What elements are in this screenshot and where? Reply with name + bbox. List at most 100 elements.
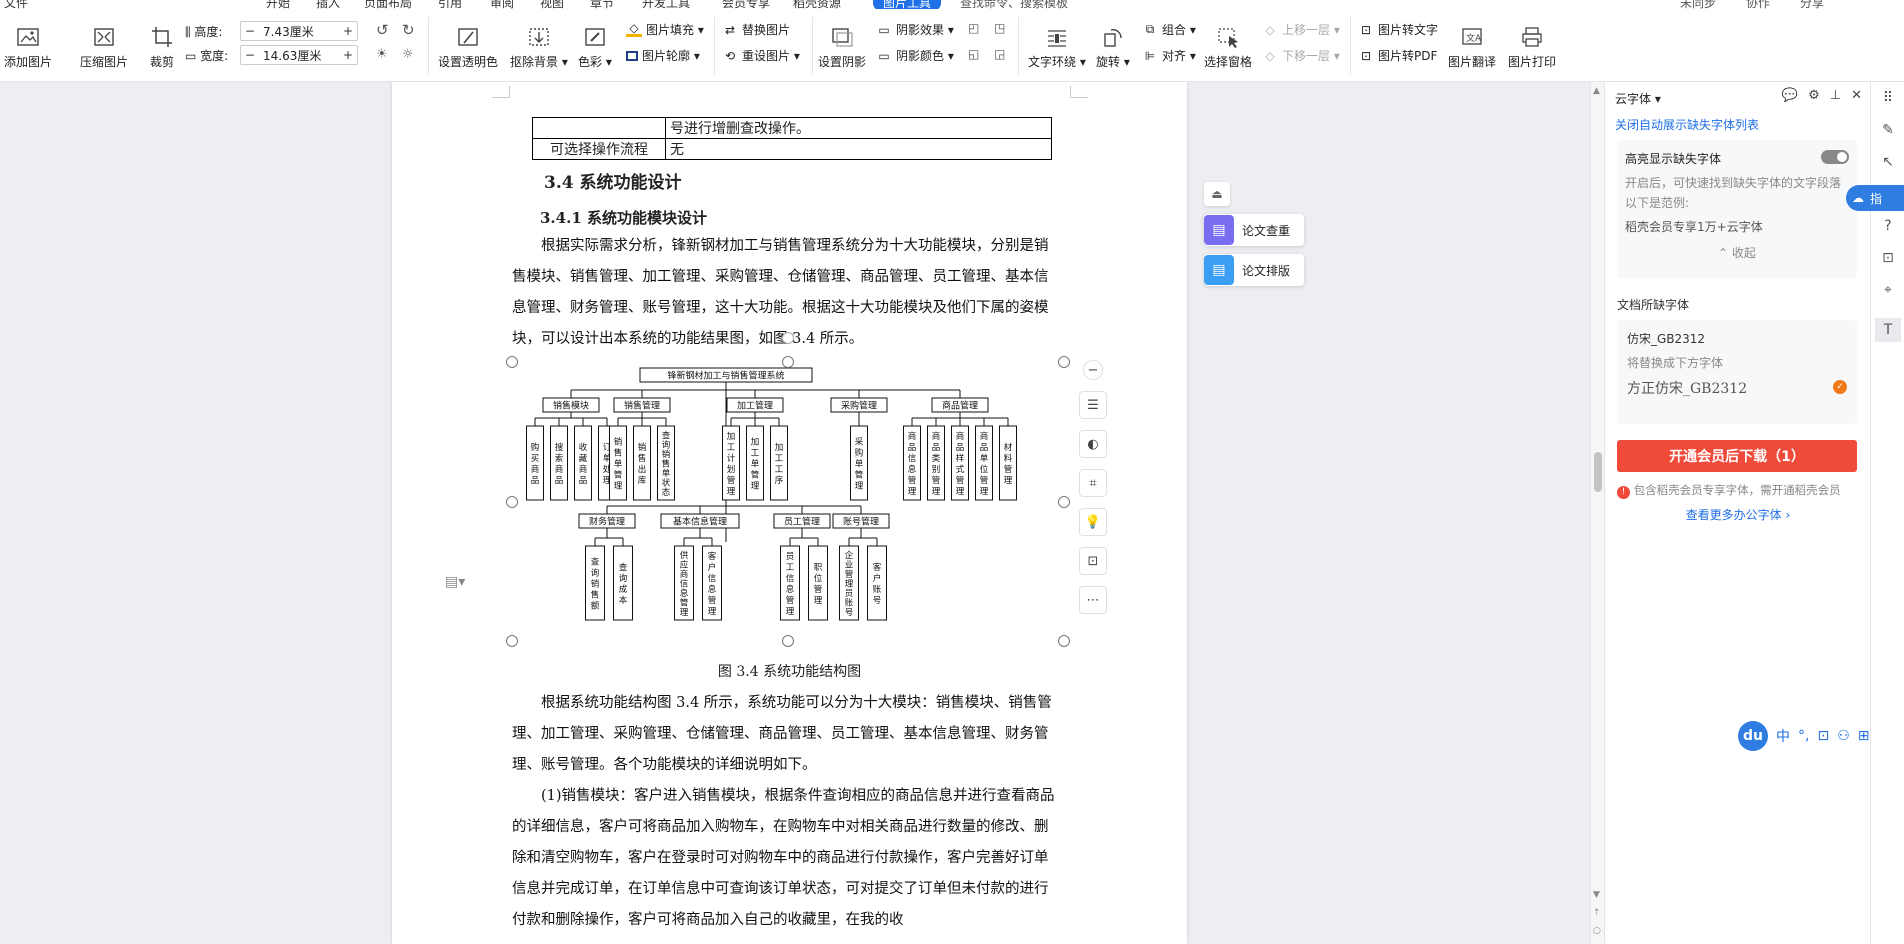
shadow-left-icon[interactable]: ◱ bbox=[968, 47, 979, 61]
picture-search-icon[interactable]: ◐ bbox=[1079, 430, 1107, 458]
menu-insert[interactable]: 插入 bbox=[316, 0, 340, 9]
resize-handle[interactable] bbox=[782, 635, 794, 647]
picture-print-button[interactable]: 图片打印 bbox=[1508, 23, 1556, 70]
ime-chinese-mode[interactable]: 中 bbox=[1776, 726, 1790, 746]
resize-handle[interactable] bbox=[1058, 356, 1070, 368]
shadow-right-icon[interactable]: ◳ bbox=[994, 21, 1005, 35]
collapse-link[interactable]: ⌃ 收起 bbox=[1617, 244, 1857, 261]
shadow-color-button[interactable]: ▭ 阴影颜色 ▾ bbox=[876, 47, 954, 64]
missing-font-card[interactable]: 仿宋_GB2312 将替换成下方字体 方正仿宋_GB2312 ✓ bbox=[1617, 320, 1857, 424]
settings-icon[interactable]: ⚙ bbox=[1808, 88, 1820, 103]
height-increment-button[interactable]: + bbox=[339, 24, 357, 38]
menu-view[interactable]: 视图 bbox=[540, 0, 564, 9]
picture-to-pdf-button[interactable]: ⊡ 图片转PDF bbox=[1358, 47, 1437, 64]
menu-home[interactable]: 开始 bbox=[266, 0, 290, 9]
crop-tool-icon[interactable]: ⌗ bbox=[1079, 469, 1107, 497]
add-picture-button[interactable]: 添加图片 bbox=[4, 23, 52, 70]
picture-to-text-button[interactable]: ⊡ 图片转文字 bbox=[1358, 21, 1438, 38]
more-options-icon[interactable]: ⋯ bbox=[1079, 586, 1107, 614]
menu-picture-tools[interactable]: 图片工具 bbox=[873, 0, 942, 9]
menu-dev-tools[interactable]: 开发工具 bbox=[642, 0, 690, 9]
anchor-icon[interactable]: ▤▾ bbox=[445, 574, 465, 590]
ai-bulb-icon[interactable]: 💡 bbox=[1079, 508, 1107, 536]
sync-status[interactable]: 未同步 bbox=[1680, 0, 1716, 9]
scroll-up-icon[interactable]: ▲ bbox=[1593, 86, 1600, 96]
document-scrollbar[interactable]: ▲ ▼ ⇡ ○ bbox=[1590, 82, 1604, 944]
picture-to-text-tool-icon[interactable]: ⊡ bbox=[1079, 547, 1107, 575]
width-decrement-button[interactable]: − bbox=[241, 48, 259, 62]
rotate-right-icon[interactable]: ↻ bbox=[402, 21, 415, 39]
paper-layout-button[interactable]: ▤ 论文排版 bbox=[1204, 254, 1304, 286]
contrast-icon[interactable]: ☼ bbox=[402, 47, 414, 62]
brightness-icon[interactable]: ☀ bbox=[376, 47, 388, 62]
menu-references[interactable]: 引用 bbox=[438, 0, 462, 9]
shadow-effect-button[interactable]: ▭ 阴影效果 ▾ bbox=[876, 21, 954, 38]
width-field[interactable]: − 14.63厘米 + bbox=[240, 45, 358, 65]
close-auto-list-link[interactable]: 关闭自动展示缺失字体列表 bbox=[1615, 116, 1759, 133]
selection-pane-button[interactable]: 选择窗格 bbox=[1204, 23, 1252, 70]
group-button[interactable]: ⧉ 组合 ▾ bbox=[1142, 21, 1196, 38]
scroll-down-icon[interactable]: ▼ bbox=[1593, 890, 1600, 900]
rail-more-icon[interactable]: ⠿ bbox=[1879, 90, 1897, 108]
rotate-button[interactable]: 旋转 ▾ bbox=[1096, 23, 1130, 70]
location-icon[interactable]: ⌖ bbox=[1879, 282, 1897, 300]
picture-fill-button[interactable]: ◇ 图片填充 ▾ bbox=[626, 21, 704, 38]
structure-diagram[interactable]: 锋新钢材加工与销售管理系统 销售模块购买商品搜索商品收藏商品订单处理销售管理销售单… bbox=[506, 332, 1070, 662]
collapse-toolbar-icon[interactable]: − bbox=[1083, 360, 1103, 380]
help-icon[interactable]: ? bbox=[1879, 218, 1897, 236]
download-font-button[interactable]: 开通会员后下载（1） bbox=[1617, 440, 1857, 472]
picture-outline-button[interactable]: 图片轮廓 ▾ bbox=[626, 47, 700, 64]
send-backward-button[interactable]: ◇ 下移一层 ▾ bbox=[1262, 47, 1339, 64]
set-transparent-button[interactable]: 设置透明色 bbox=[438, 23, 498, 70]
ime-punctuation-icon[interactable]: °, bbox=[1798, 728, 1809, 744]
font-tool-icon[interactable]: T bbox=[1875, 318, 1901, 342]
menu-review[interactable]: 审阅 bbox=[490, 0, 514, 9]
feedback-icon[interactable]: 💬 bbox=[1782, 88, 1798, 103]
picture-translate-button[interactable]: 文A 图片翻译 bbox=[1448, 23, 1496, 70]
resize-handle[interactable] bbox=[506, 635, 518, 647]
menu-layout[interactable]: 页面布局 bbox=[364, 0, 412, 9]
resize-handle[interactable] bbox=[506, 496, 518, 508]
panel-title[interactable]: 云字体 ▾ bbox=[1615, 90, 1661, 107]
bring-forward-button[interactable]: ◇ 上移一层 ▾ bbox=[1262, 21, 1339, 38]
remove-background-button[interactable]: 抠除背景 ▾ bbox=[510, 23, 568, 70]
shadow-down-icon[interactable]: ◲ bbox=[994, 47, 1005, 61]
rotate-left-icon[interactable]: ↺ bbox=[376, 21, 389, 39]
crop-button[interactable]: 裁剪 bbox=[148, 23, 176, 70]
resize-handle[interactable] bbox=[782, 356, 794, 368]
reset-picture-button[interactable]: ⟲ 重设图片 ▾ bbox=[722, 47, 800, 64]
ime-toolbox-icon[interactable]: ⊡ bbox=[1817, 728, 1829, 744]
color-button[interactable]: 色彩 ▾ bbox=[578, 23, 612, 70]
more-fonts-link[interactable]: 查看更多办公字体 › bbox=[1605, 506, 1871, 523]
ime-user-icon[interactable]: ⚇ bbox=[1837, 728, 1850, 744]
ime-grid-icon[interactable]: ⊞ bbox=[1858, 728, 1870, 744]
height-decrement-button[interactable]: − bbox=[241, 24, 259, 38]
resize-handle[interactable] bbox=[1058, 635, 1070, 647]
cloud-doc-tab[interactable]: ☁ 指 bbox=[1846, 185, 1904, 211]
resize-handle[interactable] bbox=[1058, 496, 1070, 508]
rotate-handle[interactable] bbox=[782, 332, 794, 344]
width-increment-button[interactable]: + bbox=[339, 48, 357, 62]
height-value[interactable]: 7.43厘米 bbox=[259, 23, 339, 40]
layout-options-icon[interactable]: ☰ bbox=[1079, 391, 1107, 419]
height-field[interactable]: − 7.43厘米 + bbox=[240, 21, 358, 41]
command-search[interactable]: 查找命令、搜索模板 bbox=[960, 0, 1068, 9]
text-wrap-button[interactable]: 文字环绕 ▾ bbox=[1028, 23, 1086, 70]
menu-member[interactable]: 会员专享 bbox=[722, 0, 770, 9]
resize-handle[interactable] bbox=[506, 356, 518, 368]
baidu-ime-logo[interactable]: du bbox=[1738, 721, 1768, 751]
close-icon[interactable]: ✕ bbox=[1851, 88, 1862, 103]
cursor-icon[interactable]: ↖ bbox=[1879, 154, 1897, 172]
highlight-toggle[interactable] bbox=[1821, 150, 1849, 164]
replace-picture-button[interactable]: ⇄ 替换图片 bbox=[722, 21, 790, 38]
rail-picture-icon[interactable]: ⊡ bbox=[1879, 250, 1897, 268]
menu-chapter[interactable]: 章节 bbox=[590, 0, 614, 9]
paper-check-button[interactable]: ▤ 论文查重 bbox=[1204, 214, 1304, 246]
scrollbar-thumb[interactable] bbox=[1594, 452, 1602, 492]
menu-file[interactable]: 文件 bbox=[4, 0, 28, 9]
prev-page-icon[interactable]: ⇡ bbox=[1593, 908, 1601, 918]
share-button[interactable]: 分享 bbox=[1800, 0, 1824, 9]
menu-docer[interactable]: 稻壳资源 bbox=[793, 0, 841, 9]
pin-icon[interactable]: ⊥ bbox=[1830, 88, 1841, 103]
collab-button[interactable]: 协作 bbox=[1746, 0, 1770, 9]
